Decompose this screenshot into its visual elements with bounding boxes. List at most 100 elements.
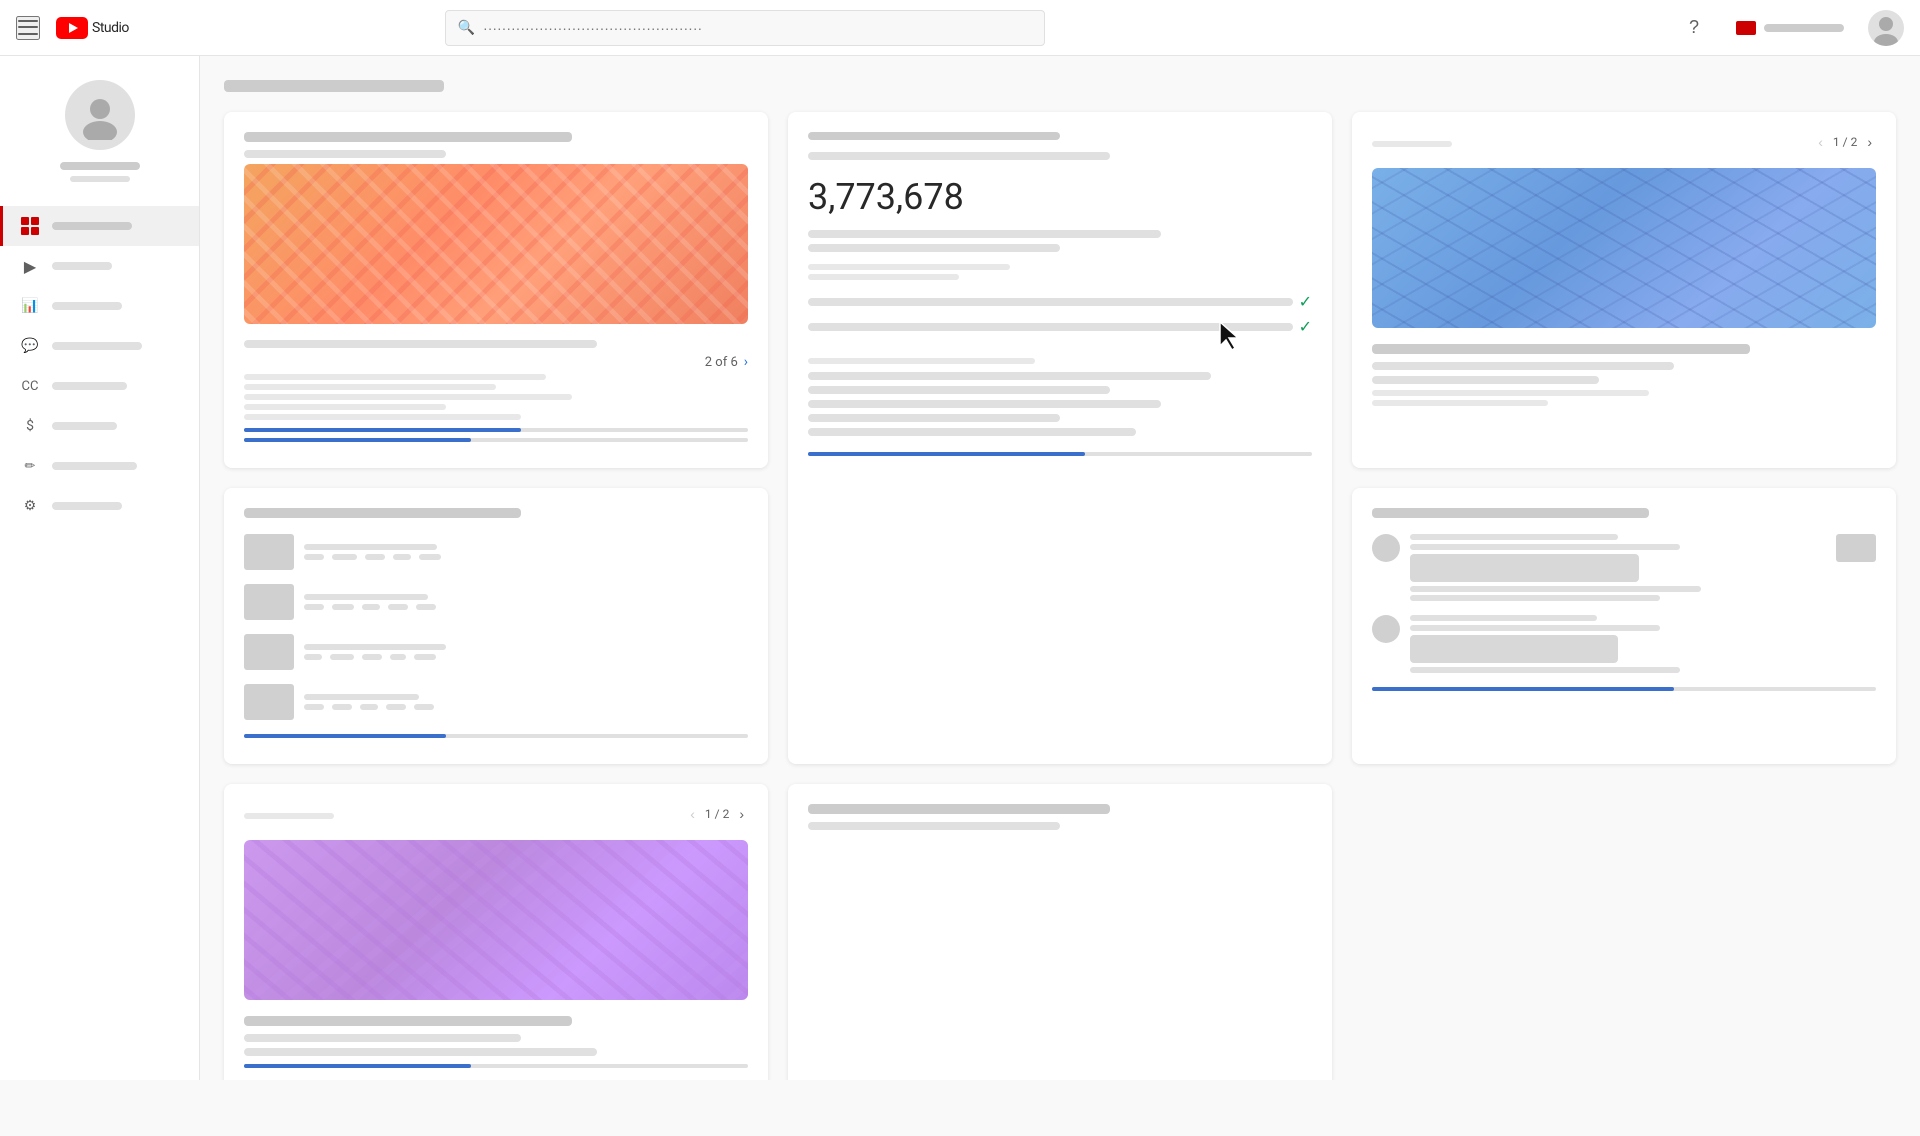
bottom-bar-2 bbox=[808, 386, 1110, 394]
card6-title bbox=[244, 1016, 572, 1026]
list-meta-4 bbox=[304, 694, 748, 710]
list-stat-3b bbox=[330, 654, 354, 660]
search-icon: 🔍 bbox=[458, 20, 475, 36]
card-tiny5 bbox=[244, 414, 521, 420]
of-badge-text: 2 of 6 bbox=[705, 355, 738, 370]
stat-label bbox=[808, 132, 1060, 140]
card3-pagination: ‹ 1 / 2 › bbox=[1814, 132, 1876, 152]
list-meta-row-3 bbox=[304, 654, 748, 660]
list-bar-a1 bbox=[304, 544, 437, 550]
search-bar[interactable]: 🔍 bbox=[445, 10, 1045, 46]
stat-progress-wrap bbox=[808, 452, 1312, 456]
stat-spacer bbox=[808, 264, 1312, 280]
comment-action-1[interactable] bbox=[1836, 534, 1876, 562]
card6-sub1 bbox=[244, 1034, 521, 1042]
sidebar-label bbox=[52, 502, 122, 510]
sidebar-item-dashboard[interactable] bbox=[0, 206, 199, 246]
list-meta-1 bbox=[304, 544, 748, 560]
list-stat-4d bbox=[386, 704, 406, 710]
stat-progress-fill bbox=[808, 452, 1085, 456]
sidebar-item-analytics[interactable]: 📊 bbox=[0, 286, 199, 326]
card-bar1 bbox=[244, 340, 597, 348]
comment-text-2 bbox=[1410, 615, 1826, 673]
content-icon: ▶ bbox=[20, 256, 40, 276]
channel-flag[interactable] bbox=[1728, 17, 1852, 39]
comment-bar-1b bbox=[1410, 544, 1680, 550]
sidebar-label bbox=[52, 302, 122, 310]
comment-avatar-2 bbox=[1372, 615, 1400, 643]
card7-title bbox=[808, 804, 1110, 814]
comment-bar-2c bbox=[1410, 667, 1680, 673]
sidebar-item-monetization[interactable]: $ bbox=[0, 406, 199, 446]
analytics-icon: 📊 bbox=[20, 296, 40, 316]
sidebar-item-subtitles[interactable]: CC bbox=[0, 366, 199, 406]
list-meta-row-1 bbox=[304, 554, 748, 560]
progress-wrap bbox=[244, 428, 748, 442]
video-thumbnail-purple bbox=[244, 840, 748, 1000]
sidebar-profile bbox=[0, 56, 199, 198]
list-thumb-1 bbox=[244, 534, 294, 570]
list-thumb-2 bbox=[244, 584, 294, 620]
list-stat-2e bbox=[416, 604, 436, 610]
flag-icon bbox=[1736, 21, 1756, 35]
menu-icon[interactable] bbox=[16, 16, 40, 40]
page-header bbox=[224, 80, 1896, 92]
stat-sublabel bbox=[808, 152, 1110, 160]
header-left: Studio bbox=[16, 16, 129, 40]
comment-bar-1d bbox=[1410, 595, 1660, 601]
comment-progress-bar bbox=[1372, 687, 1876, 691]
sidebar: ▶ 📊 💬 CC $ ✏ ⚙ bbox=[0, 56, 200, 1080]
check-row-1: ✓ bbox=[808, 292, 1312, 311]
chevron-right-icon[interactable]: › bbox=[744, 354, 748, 370]
list-stat1 bbox=[304, 554, 324, 560]
help-button[interactable]: ? bbox=[1676, 10, 1712, 46]
card6-sub2 bbox=[244, 1048, 597, 1056]
card-stats: 3,773,678 ✓ ✓ bbox=[788, 112, 1332, 764]
customization-icon: ✏ bbox=[20, 456, 40, 476]
prev-btn-card3[interactable]: ‹ bbox=[1814, 132, 1827, 152]
check-icon-2: ✓ bbox=[1299, 317, 1312, 336]
search-input[interactable] bbox=[483, 20, 1032, 36]
list-thumb-4 bbox=[244, 684, 294, 720]
list-stat-2d bbox=[388, 604, 408, 610]
list-meta-row-4 bbox=[304, 704, 748, 710]
bottom-bar-3 bbox=[808, 400, 1161, 408]
list-stat-2c bbox=[362, 604, 380, 610]
card3-title bbox=[1372, 344, 1750, 354]
comment-item-2 bbox=[1372, 615, 1876, 673]
page-title bbox=[224, 80, 444, 92]
list-meta-3 bbox=[304, 644, 748, 660]
card3-sub2 bbox=[1372, 376, 1599, 384]
stat-tiny1 bbox=[808, 264, 1010, 270]
progress-fill-1 bbox=[244, 428, 521, 432]
sidebar-item-settings[interactable]: ⚙ bbox=[0, 486, 199, 526]
card7-sub1 bbox=[808, 822, 1060, 830]
main-content: 2 of 6 › 3,773,678 bbox=[200, 56, 1920, 1080]
card6-pagination: ‹ 1 / 2 › bbox=[686, 804, 748, 824]
list-bar-a2 bbox=[304, 594, 428, 600]
header-right: ? bbox=[1676, 10, 1904, 46]
user-avatar-button[interactable] bbox=[1868, 10, 1904, 46]
comment-progress-wrap bbox=[1372, 687, 1876, 691]
card-list bbox=[224, 488, 768, 764]
list-stat5 bbox=[419, 554, 441, 560]
card-tiny3 bbox=[244, 394, 572, 400]
list-stat2 bbox=[332, 554, 357, 560]
list-stat3 bbox=[365, 554, 385, 560]
list-stat-3d bbox=[390, 654, 406, 660]
prev-btn-card6[interactable]: ‹ bbox=[686, 804, 699, 824]
sidebar-item-comments[interactable]: 💬 bbox=[0, 326, 199, 366]
sidebar-item-content[interactable]: ▶ bbox=[0, 246, 199, 286]
bottom-bar-1 bbox=[808, 372, 1211, 380]
check-bar-1 bbox=[808, 298, 1293, 306]
progress-fill-2 bbox=[244, 438, 471, 442]
next-btn-card6[interactable]: › bbox=[735, 804, 748, 824]
next-btn-card3[interactable]: › bbox=[1863, 132, 1876, 152]
list-bar-a4 bbox=[304, 694, 419, 700]
pagination-text-card3: 1 / 2 bbox=[1833, 135, 1857, 149]
sidebar-item-customization[interactable]: ✏ bbox=[0, 446, 199, 486]
list-stat-3a bbox=[304, 654, 322, 660]
progress-bar-2 bbox=[244, 438, 748, 442]
card3-tiny2 bbox=[1372, 400, 1548, 406]
sidebar-label bbox=[52, 262, 112, 270]
